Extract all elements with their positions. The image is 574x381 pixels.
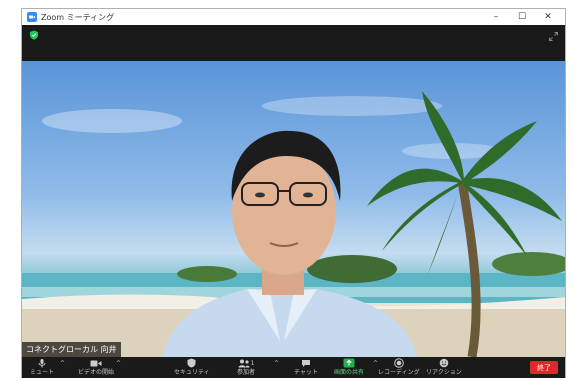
meeting-toolbar: ミュート ^ ビデオの開始 ^ セキュリティ 1 参加者 ^ チャット 画面の共…: [22, 357, 565, 378]
close-button[interactable]: ✕: [535, 9, 561, 25]
share-screen-button[interactable]: 画面の共有: [334, 358, 364, 378]
smiley-icon: [437, 358, 451, 368]
microphone-icon: [35, 358, 49, 368]
video-options-caret-icon[interactable]: ^: [116, 360, 121, 367]
shield-icon[interactable]: [29, 30, 39, 40]
zoom-window: Zoom ミーティング – ☐ ✕ コネクトグローカル 向井 ミュート ^ ビデ…: [21, 8, 566, 378]
reactions-label: リアクション: [426, 369, 462, 376]
share-screen-label: 画面の共有: [334, 369, 365, 376]
start-video-button[interactable]: ビデオの開始: [78, 358, 114, 378]
title-bar: Zoom ミーティング – ☐ ✕: [22, 9, 565, 25]
window-controls: – ☐ ✕: [483, 9, 561, 25]
mute-button[interactable]: ミュート: [30, 358, 54, 378]
mute-options-caret-icon[interactable]: ^: [60, 360, 65, 367]
security-label: セキュリティ: [174, 369, 210, 376]
minimize-button[interactable]: –: [483, 9, 509, 25]
mute-label: ミュート: [30, 369, 55, 376]
participants-count: 1: [250, 359, 255, 367]
meeting-top-bar: [22, 25, 565, 61]
chat-bubble-icon: [299, 358, 313, 368]
end-meeting-button[interactable]: 終了: [530, 361, 558, 374]
participants-label: 参加者: [236, 369, 255, 376]
fullscreen-icon[interactable]: [549, 32, 558, 41]
chat-button[interactable]: チャット: [294, 358, 318, 378]
participants-button[interactable]: 1 参加者: [236, 358, 256, 378]
security-button[interactable]: セキュリティ: [174, 358, 210, 378]
security-shield-icon: [185, 358, 199, 368]
participants-icon: 1: [236, 358, 256, 368]
participant-name-label: コネクトグローカル 向井: [22, 342, 121, 357]
video-feed: コネクトグローカル 向井: [22, 61, 565, 357]
zoom-app-icon: [27, 12, 37, 22]
maximize-button[interactable]: ☐: [509, 9, 535, 25]
start-video-label: ビデオの開始: [78, 369, 115, 376]
window-title: Zoom ミーティング: [41, 12, 115, 22]
chat-label: チャット: [294, 369, 318, 376]
record-button[interactable]: レコーディング: [378, 358, 420, 378]
reactions-button[interactable]: リアクション: [426, 358, 462, 378]
participants-options-caret-icon[interactable]: ^: [274, 360, 279, 367]
video-camera-icon: [89, 358, 103, 368]
share-screen-icon: [342, 358, 356, 368]
record-icon: [392, 358, 406, 368]
video-participant-image: [22, 91, 565, 357]
record-label: レコーディング: [378, 369, 420, 376]
